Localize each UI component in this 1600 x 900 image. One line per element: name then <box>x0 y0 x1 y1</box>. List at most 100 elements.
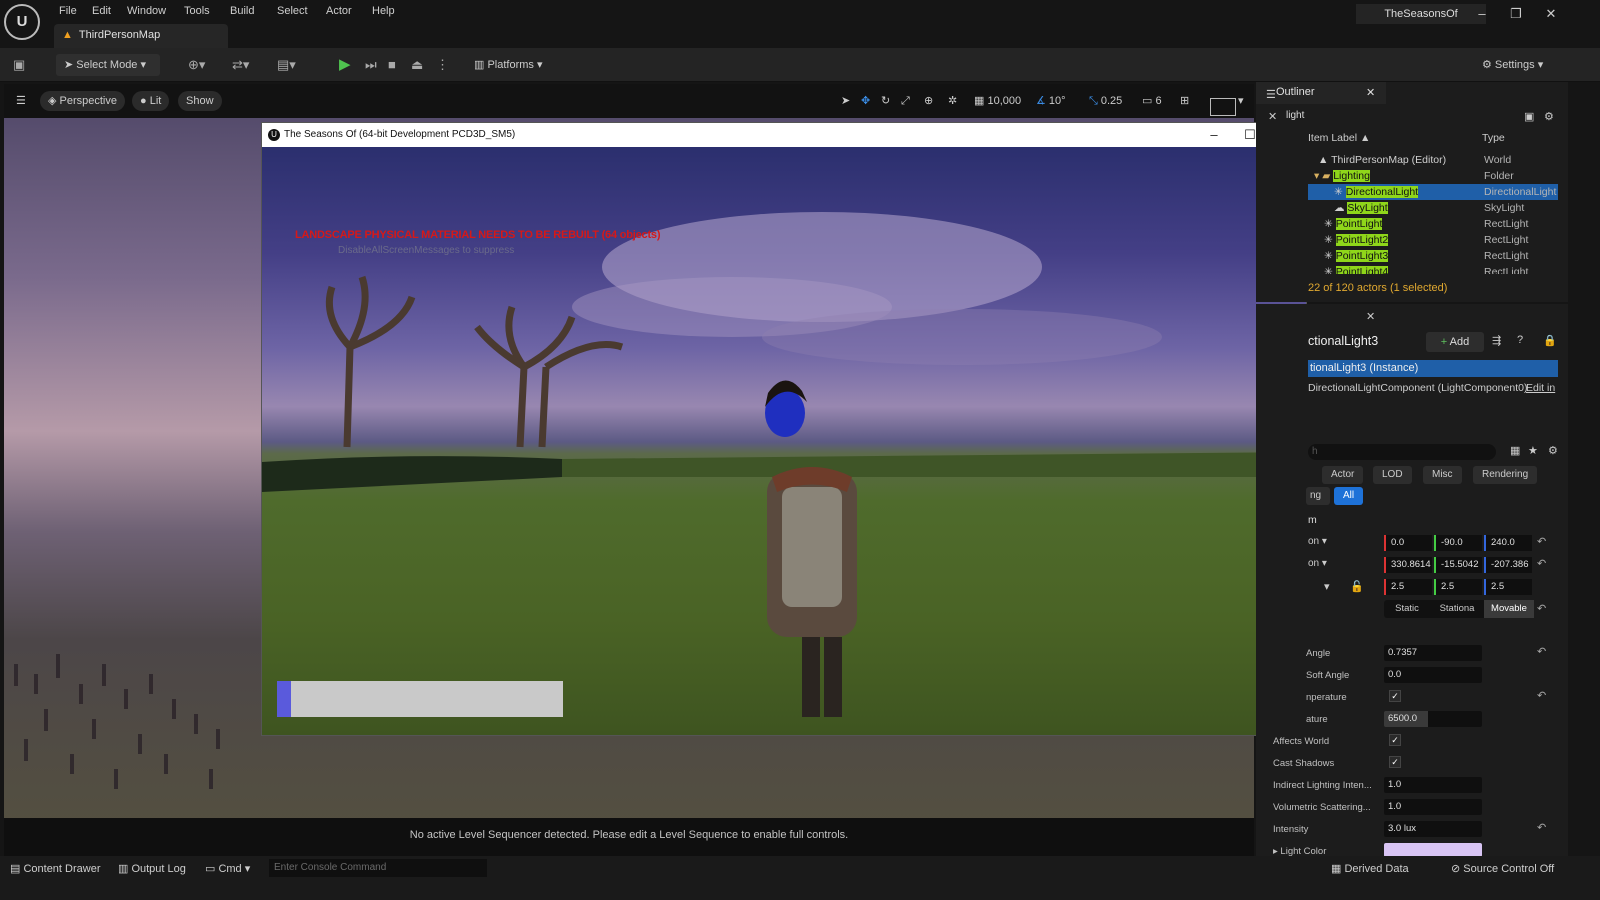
location-x[interactable]: 0.0 <box>1384 535 1432 551</box>
select-mode-button[interactable]: ➤ Select Mode ▾ <box>56 54 160 76</box>
select-tool-icon[interactable]: ➤ <box>841 93 850 109</box>
menu-tools[interactable]: Tools <box>180 3 214 19</box>
map-tab[interactable]: ▲ ThirdPersonMap <box>54 24 228 48</box>
reset-icon[interactable]: ↶ <box>1537 689 1546 702</box>
eject-icon[interactable]: ⏏ <box>411 54 423 76</box>
reset-icon[interactable]: ↶ <box>1537 602 1546 615</box>
mobility-static[interactable]: Static <box>1384 600 1430 618</box>
menu-help[interactable]: Help <box>368 3 399 19</box>
table-view-icon[interactable]: ▦ <box>1510 444 1520 457</box>
affects-world-checkbox[interactable]: ✓ <box>1389 734 1401 746</box>
instance-row[interactable]: tionalLight3 (Instance) <box>1308 360 1558 377</box>
light-color-swatch[interactable] <box>1384 843 1482 856</box>
help-icon[interactable]: ? <box>1517 334 1523 346</box>
world-space-icon[interactable]: ⊕ <box>924 93 933 109</box>
step-icon[interactable]: ⏭ <box>365 54 377 76</box>
blueprint-convert-icon[interactable]: ⇶ <box>1492 334 1501 347</box>
unreal-logo-icon[interactable]: U <box>4 4 40 40</box>
intensity-field[interactable]: 3.0 lux <box>1384 821 1482 837</box>
source-soft-angle-field[interactable]: 0.0 <box>1384 667 1482 683</box>
scale-dropdown-icon[interactable]: ▾ <box>1324 580 1330 593</box>
rotate-tool-icon[interactable]: ↻ <box>881 93 890 109</box>
scale-y[interactable]: 2.5 <box>1434 579 1482 595</box>
rotation-x[interactable]: 330.8614 <box>1384 557 1432 573</box>
mobility-movable[interactable]: Movable <box>1484 600 1534 618</box>
surface-snap-icon[interactable]: ✲ <box>948 93 957 109</box>
show-button[interactable]: Show <box>178 91 222 111</box>
translate-tool-icon[interactable]: ✥ <box>861 93 870 109</box>
use-temperature-checkbox[interactable]: ✓ <box>1389 690 1401 702</box>
platforms-button[interactable]: ▥ Platforms ▾ <box>474 54 543 76</box>
component-row[interactable]: DirectionalLightComponent (LightComponen… <box>1308 382 1527 394</box>
reset-icon[interactable]: ↶ <box>1537 645 1546 658</box>
grid-snap-icon[interactable]: ▦ 10,000 <box>974 93 1021 109</box>
rotation-y[interactable]: -15.5042 <box>1434 557 1482 573</box>
menu-edit[interactable]: Edit <box>88 3 115 19</box>
location-label[interactable]: on ▾ <box>1308 536 1327 547</box>
perspective-button[interactable]: ◈ Perspective <box>40 91 125 111</box>
cat-lod[interactable]: LOD <box>1373 466 1412 484</box>
temperature-field[interactable]: 6500.0 <box>1384 711 1482 727</box>
game-window[interactable]: U The Seasons Of (64-bit Development PCD… <box>261 122 1307 736</box>
outliner-row-directionallight[interactable]: ✳ DirectionalLight DirectionalLight <box>1308 184 1558 200</box>
source-angle-field[interactable]: 0.7357 <box>1384 645 1482 661</box>
menu-select[interactable]: Select <box>273 3 312 19</box>
close-icon[interactable]: ✕ <box>1366 86 1375 99</box>
scale-snap-icon[interactable]: ⤡ 0.25 <box>1089 93 1122 109</box>
stop-icon[interactable]: ■ <box>388 54 396 76</box>
console-input[interactable]: Enter Console Command <box>269 859 487 877</box>
indirect-lighting-field[interactable]: 1.0 <box>1384 777 1482 793</box>
edit-in-link[interactable]: Edit in <box>1526 382 1555 394</box>
cat-rendering[interactable]: Rendering <box>1473 466 1538 484</box>
scale-z[interactable]: 2.5 <box>1484 579 1532 595</box>
cat-all[interactable]: All <box>1334 487 1364 505</box>
star-icon[interactable]: ★ <box>1528 444 1538 457</box>
content-drawer-button[interactable]: ▤ Content Drawer <box>10 862 101 876</box>
cat-misc[interactable]: Misc <box>1423 466 1462 484</box>
volumetric-scattering-field[interactable]: 1.0 <box>1384 799 1482 815</box>
clear-search-icon[interactable]: ✕ <box>1268 110 1277 123</box>
cast-shadows-checkbox[interactable]: ✓ <box>1389 756 1401 768</box>
play-icon[interactable]: ▶ <box>339 54 351 76</box>
rotation-snap-icon[interactable]: ∡ 10° <box>1036 93 1066 109</box>
outliner-row-pointlight2[interactable]: ✳ PointLight2 RectLight <box>1308 232 1558 248</box>
outliner-search-input[interactable]: light <box>1286 110 1512 126</box>
cat-lighting[interactable]: ng <box>1306 487 1331 505</box>
mobility-stationary[interactable]: Stationa <box>1432 600 1482 618</box>
layout-icon[interactable]: ⊞ <box>1180 93 1189 109</box>
reset-icon[interactable]: ↶ <box>1537 557 1546 570</box>
menu-actor[interactable]: Actor <box>322 3 356 19</box>
hamburger-icon[interactable]: ☰ <box>16 93 26 109</box>
camera-speed-icon[interactable]: ▭ 6 <box>1142 93 1162 109</box>
game-scene[interactable]: LANDSCAPE PHYSICAL MATERIAL NEEDS TO BE … <box>262 147 1306 735</box>
chevron-down-icon[interactable]: ▾ <box>1238 93 1244 109</box>
game-minimize-icon[interactable]: – <box>1196 123 1232 147</box>
scale-tool-icon[interactable]: ⤢ <box>901 93 910 109</box>
settings-button[interactable]: ⚙ Settings ▾ <box>1482 54 1543 76</box>
rotation-label[interactable]: on ▾ <box>1308 558 1327 569</box>
output-log-button[interactable]: ▥ Output Log <box>118 862 186 876</box>
actor-name[interactable]: ctionalLight3 <box>1308 334 1378 348</box>
menu-window[interactable]: Window <box>123 3 170 19</box>
outliner-row-pointlight4[interactable]: ✳ PointLight4 RectLight <box>1308 264 1558 274</box>
maximize-icon[interactable]: ❐ <box>1508 6 1524 22</box>
save-icon[interactable]: ▣ <box>13 54 25 76</box>
col-type[interactable]: Type <box>1482 132 1505 144</box>
outliner-row-pointlight3[interactable]: ✳ PointLight3 RectLight <box>1308 248 1558 264</box>
folder-add-icon[interactable]: ▣ <box>1524 110 1534 123</box>
cat-actor[interactable]: Actor <box>1322 466 1364 484</box>
transform-section[interactable]: m <box>1308 514 1317 526</box>
blueprint-icon[interactable]: ⇄▾ <box>232 54 249 76</box>
outliner-row-skylight[interactable]: ☁ SkyLight SkyLight <box>1308 200 1558 216</box>
gear-icon[interactable]: ⚙ <box>1544 110 1554 123</box>
add-content-icon[interactable]: ⊕▾ <box>188 54 205 76</box>
reset-icon[interactable]: ↶ <box>1537 535 1546 548</box>
lock-icon[interactable]: 🔒 <box>1543 334 1557 347</box>
menu-build[interactable]: Build <box>226 3 258 19</box>
outliner-row-world[interactable]: ▲ ThirdPersonMap (Editor) World <box>1308 152 1558 168</box>
rotation-z[interactable]: -207.386 <box>1484 557 1532 573</box>
details-search-input[interactable]: h <box>1308 444 1496 460</box>
cinematics-icon[interactable]: ▤▾ <box>277 54 296 76</box>
outliner-row-pointlight[interactable]: ✳ PointLight RectLight <box>1308 216 1558 232</box>
outliner-row-lighting-folder[interactable]: ▾ ▰ Lighting Folder <box>1308 168 1558 184</box>
